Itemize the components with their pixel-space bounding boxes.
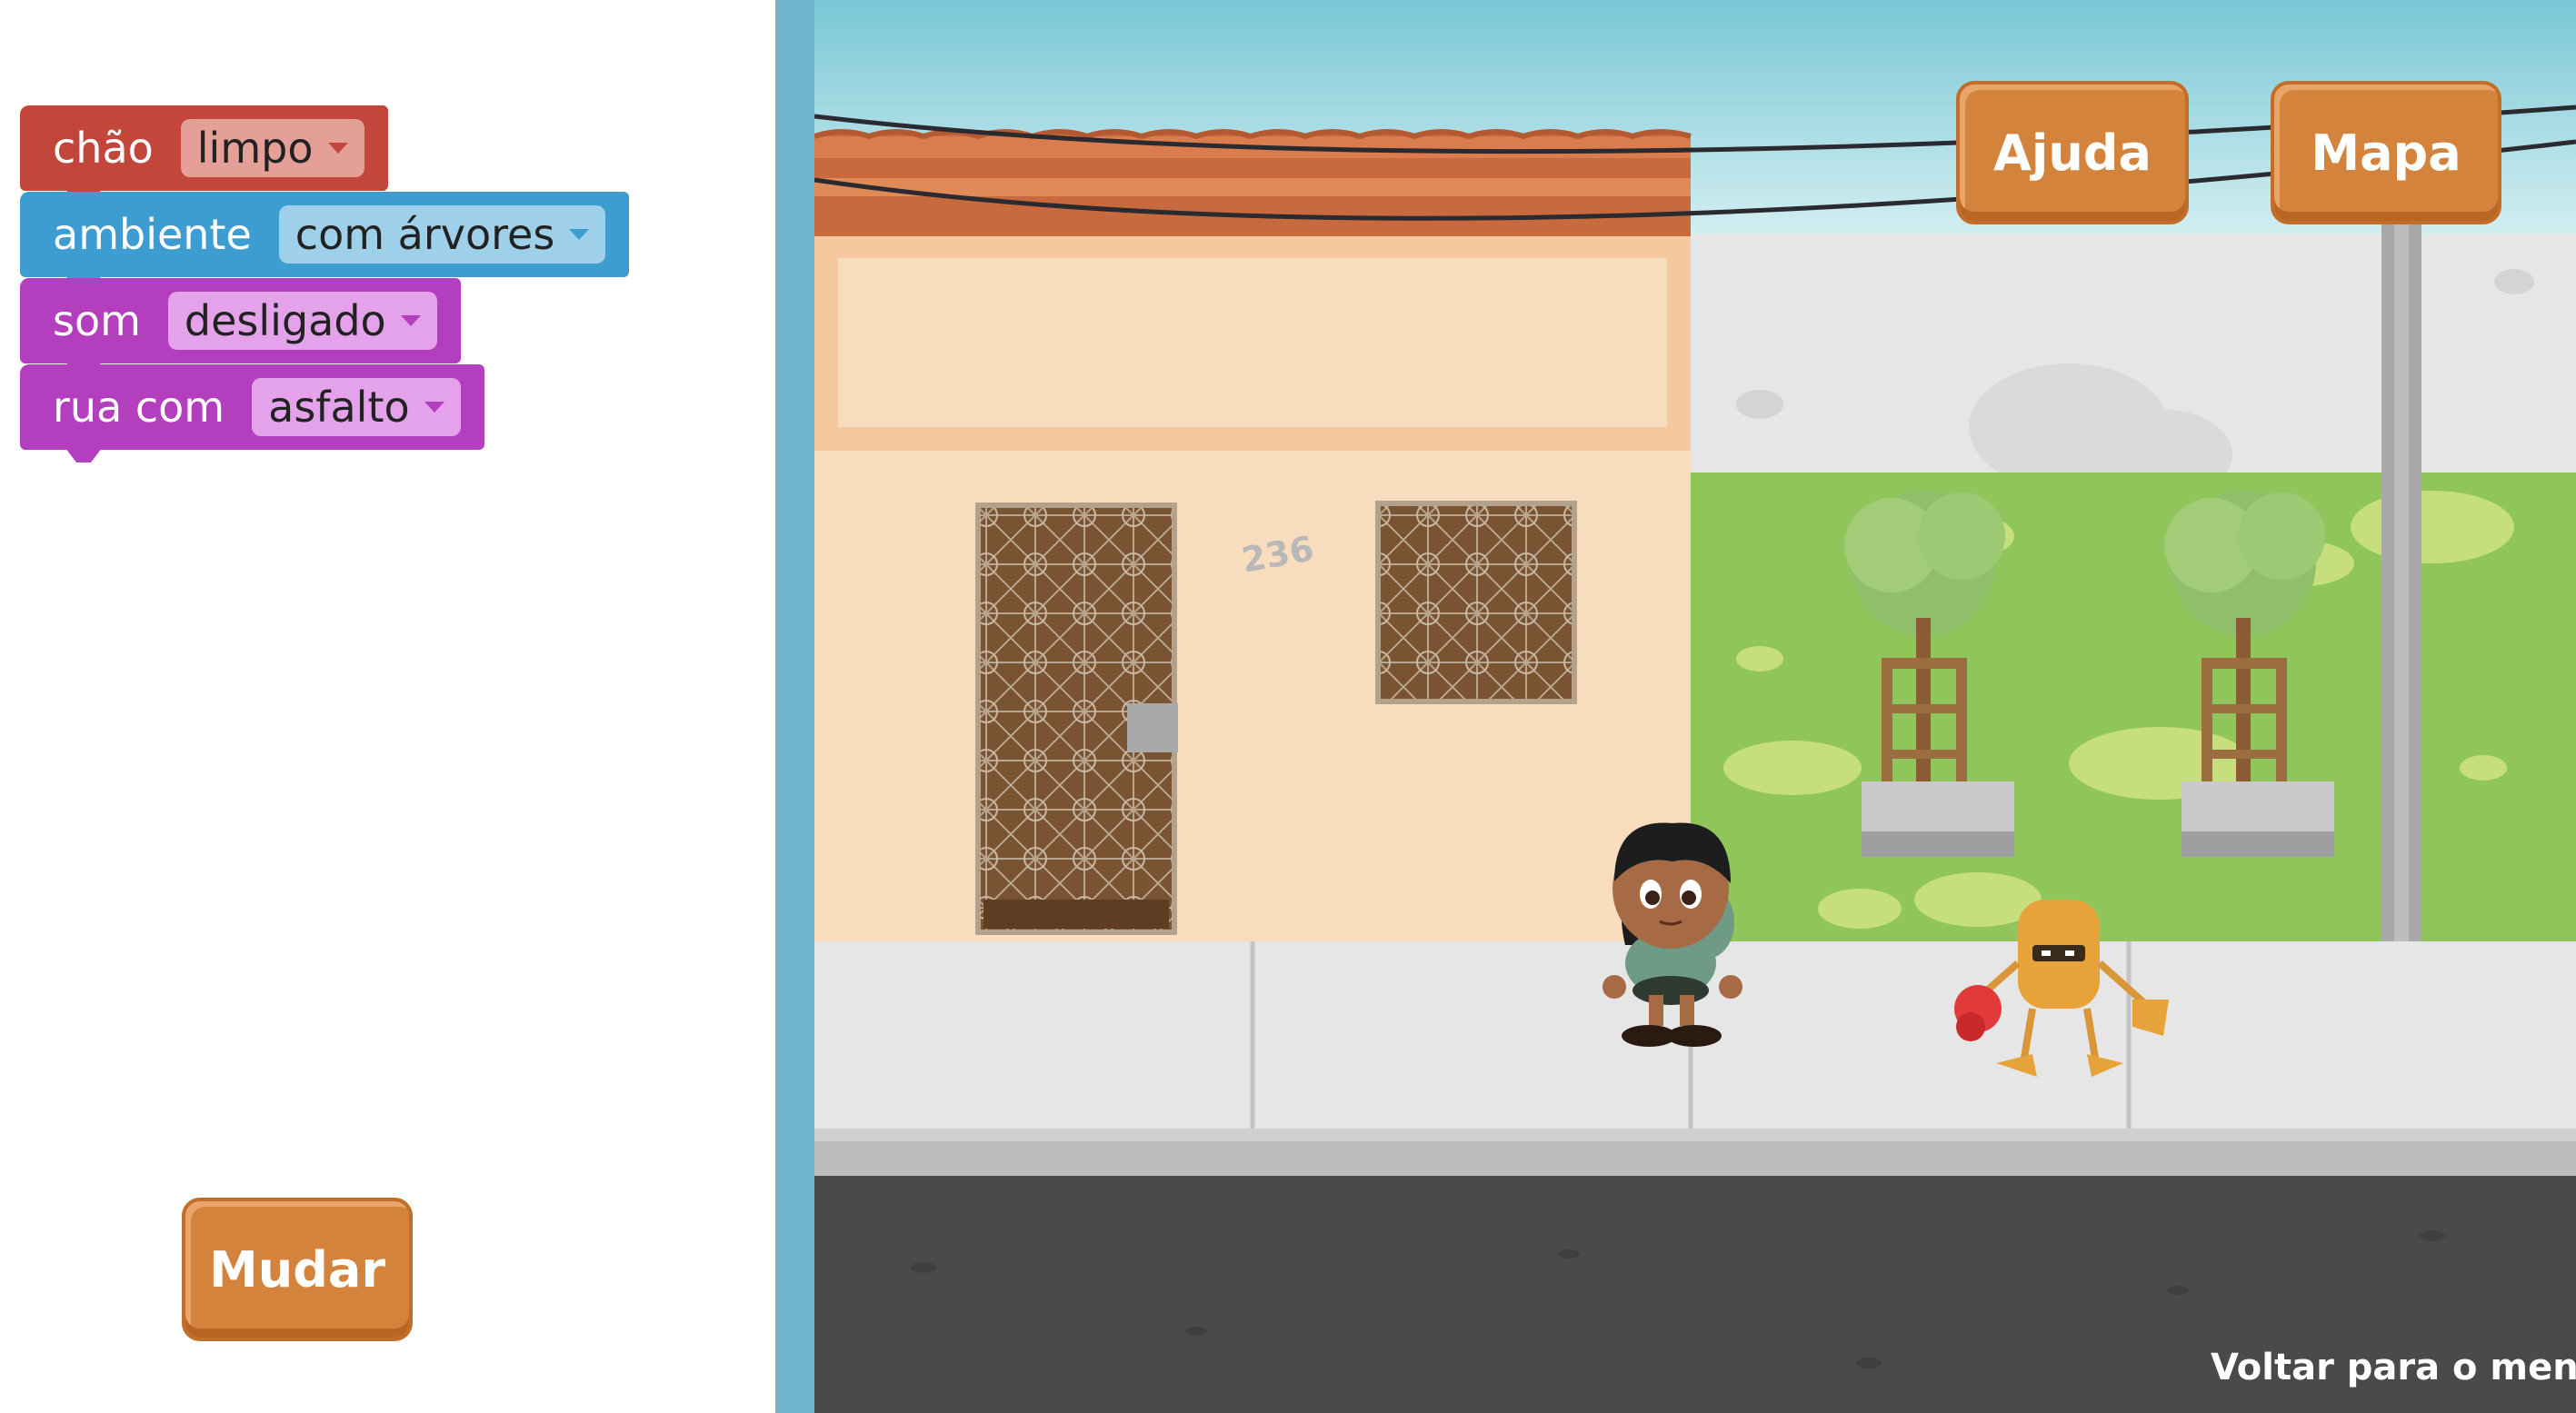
chevron-down-icon	[400, 315, 421, 326]
block-floor[interactable]: chão limpo	[20, 105, 388, 191]
chevron-down-icon	[569, 229, 590, 240]
map-button[interactable]: Mapa	[2271, 81, 2501, 224]
block-sound-label: som	[53, 296, 141, 345]
street-dropdown[interactable]: asfalto	[252, 378, 461, 436]
sound-dropdown[interactable]: desligado	[167, 292, 437, 350]
environment-dropdown-value: com árvores	[295, 210, 555, 259]
floor-dropdown[interactable]: limpo	[180, 119, 364, 177]
block-street[interactable]: rua com asfalto	[20, 364, 484, 450]
block-workspace[interactable]: chão limpo ambiente com árvores som desl…	[0, 0, 775, 1413]
block-environment-label: ambiente	[53, 210, 252, 259]
back-to-menu-link[interactable]: Voltar para o menu	[2211, 1347, 2576, 1388]
panel-divider	[775, 0, 814, 1413]
environment-dropdown[interactable]: com árvores	[278, 205, 606, 264]
chevron-down-icon	[327, 143, 348, 154]
block-sound[interactable]: som desligado	[20, 278, 461, 363]
house-window	[1375, 501, 1577, 704]
change-button[interactable]: Mudar	[182, 1198, 413, 1341]
block-environment[interactable]: ambiente com árvores	[20, 192, 630, 277]
help-button[interactable]: Ajuda	[1956, 81, 2189, 224]
sound-dropdown-value: desligado	[184, 296, 386, 345]
block-floor-label: chão	[53, 124, 154, 173]
chevron-down-icon	[424, 402, 444, 413]
street-dropdown-value: asfalto	[268, 383, 410, 432]
game-scene: 236 Ajuda Mapa Voltar para o menu	[814, 0, 2576, 1413]
block-street-label: rua com	[53, 383, 225, 432]
floor-dropdown-value: limpo	[196, 124, 314, 173]
